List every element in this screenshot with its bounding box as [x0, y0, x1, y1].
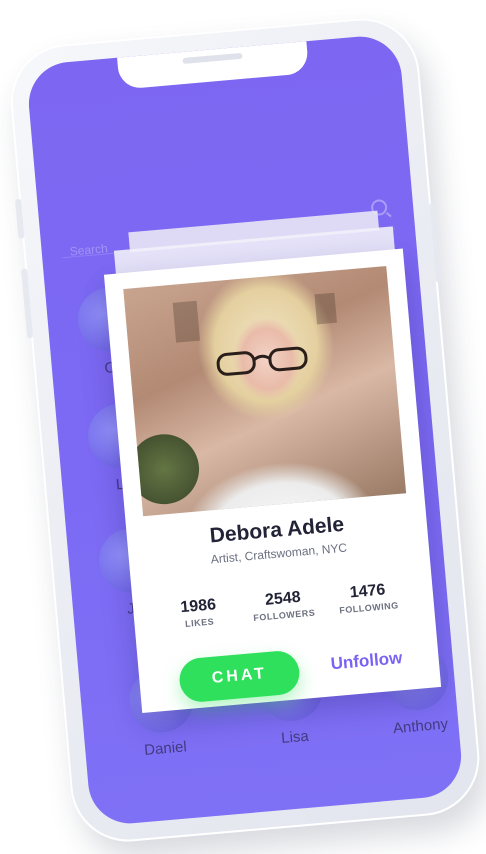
contact-name: Daniel [143, 738, 188, 759]
background-window [172, 300, 201, 343]
chat-button[interactable]: CHAT [177, 649, 302, 704]
profile-photo [123, 266, 407, 517]
stat-following: 1476 FOLLOWING [322, 579, 414, 617]
background-foliage [126, 431, 203, 508]
background-window [314, 292, 337, 325]
contact-name: Lisa [280, 727, 310, 747]
profile-card: Debora Adele Artist, Craftswoman, NYC 19… [103, 248, 442, 714]
glasses-illustration [216, 346, 308, 376]
stat-followers: 2548 FOLLOWERS [237, 586, 329, 624]
speaker-grill [182, 52, 243, 65]
unfollow-link[interactable]: Unfollow [330, 648, 403, 674]
phone-mockup: Search Ch Lu Je Daniel Lisa Anthony [5, 13, 485, 847]
stat-likes: 1986 LIKES [153, 594, 245, 632]
search-placeholder: Search [69, 241, 109, 259]
contact-name: Anthony [392, 715, 449, 738]
phone-screen: Search Ch Lu Je Daniel Lisa Anthony [25, 33, 465, 827]
